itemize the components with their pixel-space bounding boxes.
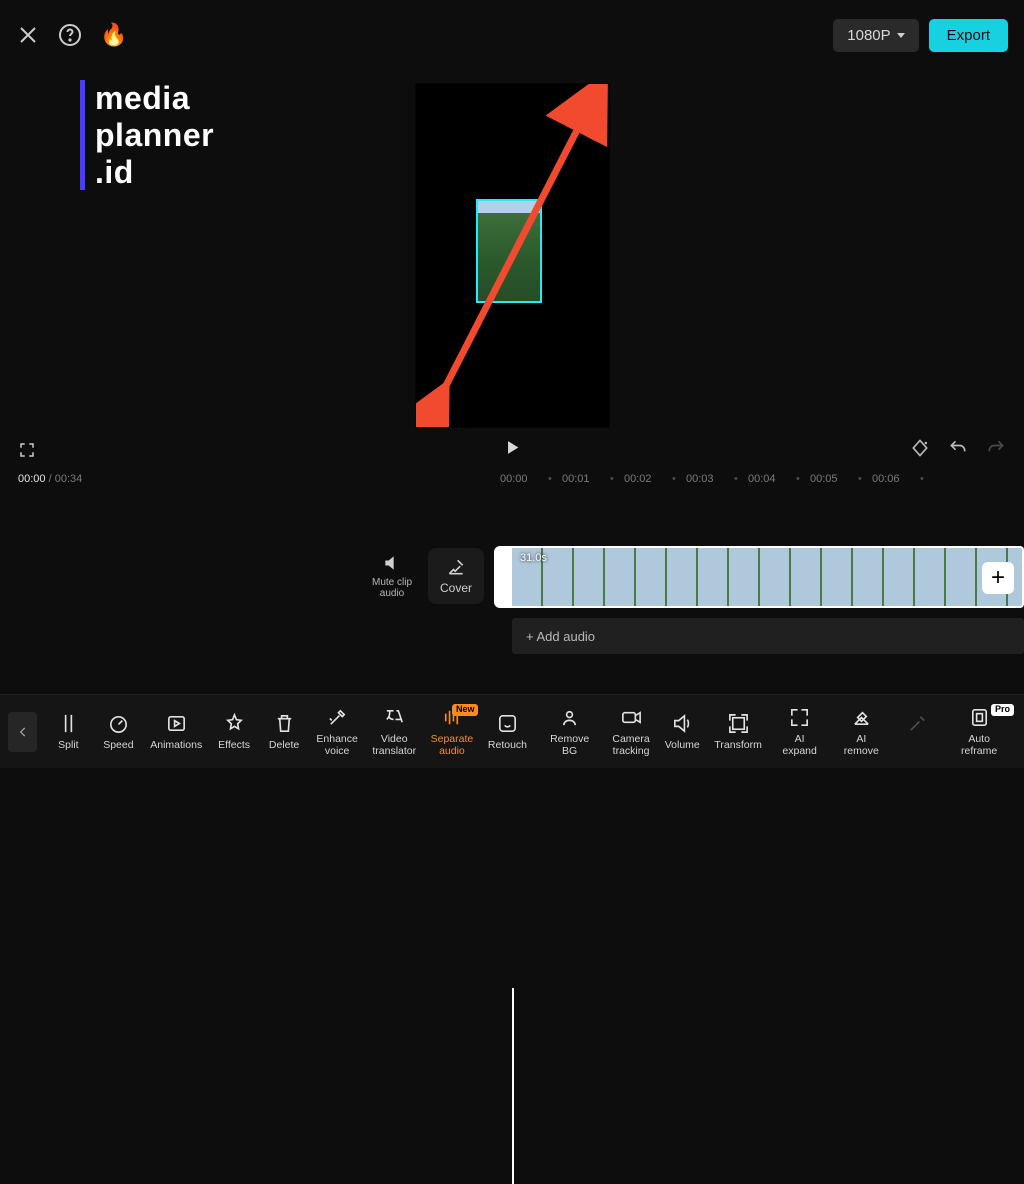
selected-clip-box[interactable]: [476, 199, 542, 303]
separate-audio-tool[interactable]: New Separateaudio: [423, 706, 480, 757]
keyframe-icon[interactable]: [910, 438, 930, 463]
add-audio-track[interactable]: + Add audio: [512, 618, 1024, 654]
retouch-tool[interactable]: Retouch: [480, 712, 534, 752]
pro-badge: Pro: [991, 704, 1014, 716]
split-label: Split: [58, 740, 78, 752]
total-time: 00:34: [55, 473, 83, 485]
clip-trim-handle[interactable]: [494, 546, 512, 608]
preview-canvas[interactable]: [415, 83, 610, 428]
current-time: 00:00: [18, 473, 46, 485]
effects-tool[interactable]: Effects: [209, 712, 259, 752]
auto-reframe-tool[interactable]: Pro Auto reframe: [942, 706, 1016, 757]
timecode: 00:00 / 00:34: [18, 473, 82, 485]
ruler-tick: 00:06: [872, 473, 934, 485]
ai-remove-label: AI remove: [839, 734, 883, 757]
toolbar-back-button[interactable]: [8, 712, 37, 752]
remove-bg-label: Remove BG: [543, 734, 596, 757]
effects-label: Effects: [218, 740, 250, 752]
cover-label: Cover: [440, 581, 472, 595]
transform-label: Transform: [714, 740, 761, 752]
remove-bg-tool[interactable]: Remove BG: [534, 706, 605, 757]
ruler-tick: 00:01: [562, 473, 624, 485]
preview-area: [0, 70, 1024, 440]
volume-label: Volume: [665, 740, 700, 752]
redo-icon: [986, 438, 1006, 463]
auto-reframe-label: Auto reframe: [951, 734, 1007, 757]
animations-tool[interactable]: Animations: [143, 712, 209, 752]
play-button[interactable]: [503, 438, 522, 462]
retouch-label: Retouch: [488, 740, 527, 752]
mute-clip-button[interactable]: Mute clip audio: [368, 553, 416, 599]
resolution-label: 1080P: [847, 27, 890, 44]
new-badge: New: [452, 704, 479, 716]
timeline-ruler[interactable]: 00:00 00:01 00:02 00:03 00:04 00:05 00:0…: [500, 468, 1024, 490]
ruler-tick: 00:04: [748, 473, 810, 485]
fullscreen-icon[interactable]: [18, 441, 36, 459]
ruler-tick: 00:00: [500, 473, 562, 485]
undo-icon[interactable]: [948, 438, 968, 463]
camera-tracking-tool[interactable]: Cameratracking: [605, 706, 657, 757]
playhead[interactable]: [512, 988, 514, 1184]
add-clip-button[interactable]: +: [982, 562, 1014, 594]
close-icon[interactable]: [16, 23, 40, 47]
volume-tool[interactable]: Volume: [657, 712, 707, 752]
clip-duration: 31.0s: [520, 552, 547, 564]
disabled-tool: [892, 712, 942, 752]
ruler-tick: 00:05: [810, 473, 872, 485]
split-tool[interactable]: Split: [43, 712, 93, 752]
enhance-voice-tool[interactable]: Enhancevoice: [309, 706, 365, 757]
cover-button[interactable]: Cover: [428, 548, 484, 604]
video-translator-tool[interactable]: Videotranslator: [365, 706, 423, 757]
help-icon[interactable]: [58, 23, 82, 47]
clip-track[interactable]: 31.0s +: [512, 546, 1024, 608]
bottom-toolbar: Split Speed Animations Effects Delete En…: [0, 694, 1024, 768]
delete-label: Delete: [269, 740, 299, 752]
ruler-tick: 00:02: [624, 473, 686, 485]
ruler-tick: 00:03: [686, 473, 748, 485]
mute-clip-label: Mute clip audio: [368, 577, 416, 599]
export-button[interactable]: Export: [929, 19, 1008, 52]
ai-expand-label: AI expand: [778, 734, 821, 757]
delete-tool[interactable]: Delete: [259, 712, 309, 752]
add-audio-label: + Add audio: [526, 629, 595, 644]
speed-tool[interactable]: Speed: [93, 712, 143, 752]
speed-label: Speed: [103, 740, 133, 752]
resolution-dropdown[interactable]: 1080P: [833, 19, 918, 52]
ai-expand-tool[interactable]: AI expand: [769, 706, 830, 757]
chevron-down-icon: [897, 33, 905, 38]
ai-remove-tool[interactable]: AI remove: [830, 706, 892, 757]
flame-icon[interactable]: 🔥: [100, 22, 127, 48]
animations-label: Animations: [150, 740, 202, 752]
transform-tool[interactable]: Transform: [707, 712, 769, 752]
